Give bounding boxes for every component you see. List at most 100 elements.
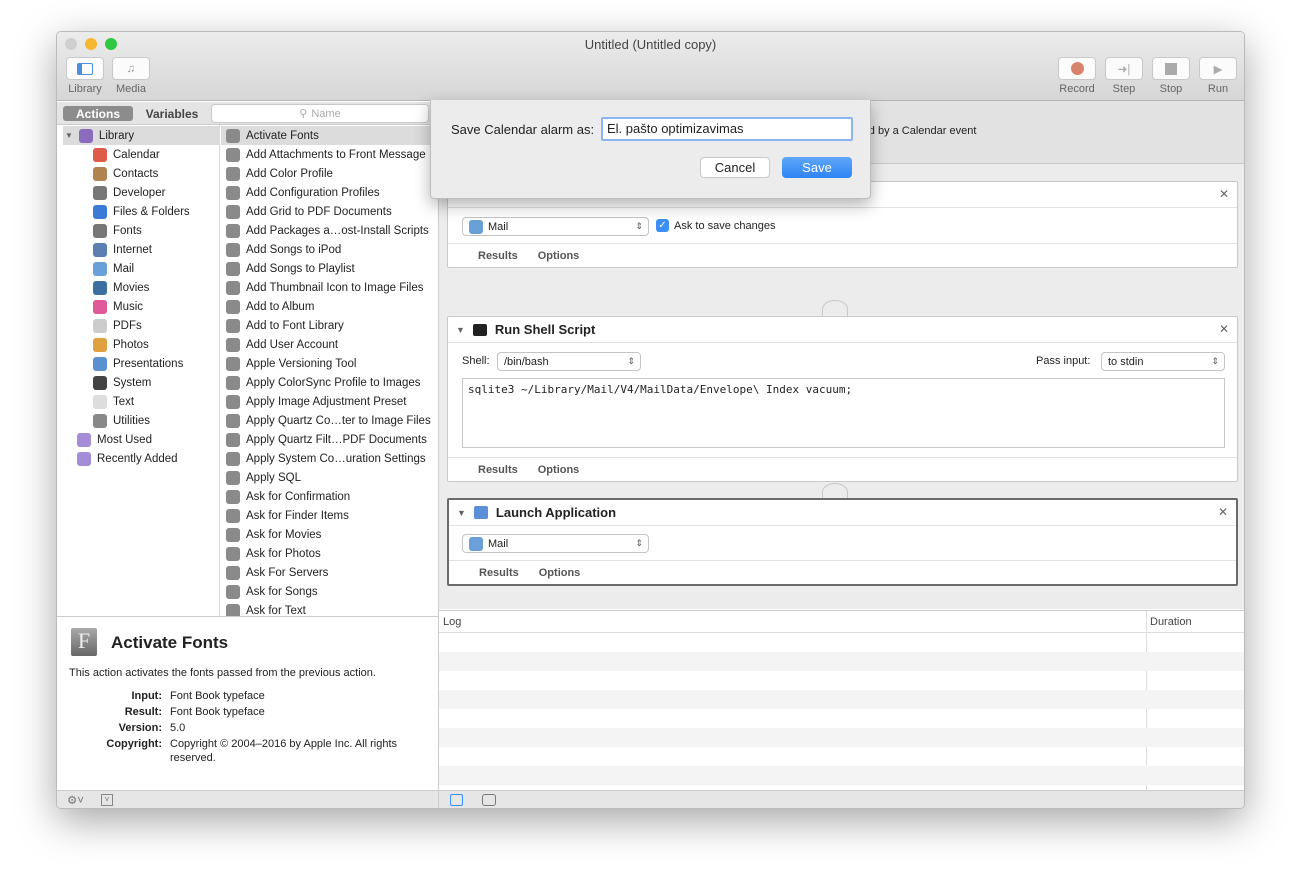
action-list-item[interactable]: Add to Font Library <box>221 316 438 335</box>
sidebar-item-contacts[interactable]: Contacts <box>93 164 158 183</box>
action-list-item[interactable]: Add Attachments to Front Message <box>221 145 438 164</box>
sidebar-item-recently-added[interactable]: Recently Added <box>77 449 178 468</box>
action-icon <box>226 546 240 561</box>
close-icon[interactable]: ✕ <box>1219 322 1229 336</box>
action-list-item[interactable]: Ask for Movies <box>221 525 438 544</box>
action-icon <box>226 527 240 542</box>
application-popup[interactable]: Mail ⇕ <box>462 534 649 553</box>
sidebar-item-fonts[interactable]: Fonts <box>93 221 142 240</box>
action-icon <box>226 261 240 276</box>
results-tab[interactable]: Results <box>478 250 518 262</box>
options-tab[interactable]: Options <box>539 567 581 579</box>
sidebar-item-movies[interactable]: Movies <box>93 278 149 297</box>
log-row <box>439 690 1244 709</box>
split-view-icon[interactable] <box>482 794 496 806</box>
action-list-item[interactable]: Activate Fonts <box>221 126 438 145</box>
library-root[interactable]: ▼ Library <box>63 126 220 145</box>
action-label: Ask for Text <box>246 604 306 617</box>
action-list-item[interactable]: Add Configuration Profiles <box>221 183 438 202</box>
action-list-item[interactable]: Add Thumbnail Icon to Image Files <box>221 278 438 297</box>
action-list-item[interactable]: Apply ColorSync Profile to Images <box>221 373 438 392</box>
action-list-item[interactable]: Ask for Confirmation <box>221 487 438 506</box>
action-title: Launch Application <box>495 505 617 520</box>
sidebar-item-music[interactable]: Music <box>93 297 143 316</box>
library-button[interactable] <box>66 57 104 80</box>
action-icon <box>226 451 240 466</box>
close-icon[interactable]: ✕ <box>1218 505 1228 519</box>
action-list-item[interactable]: Ask for Finder Items <box>221 506 438 525</box>
options-tab[interactable]: Options <box>538 250 580 262</box>
results-tab[interactable]: Results <box>479 567 519 579</box>
step-button[interactable]: ➜| <box>1105 57 1143 80</box>
action-list-item[interactable]: Ask For Servers <box>221 563 438 582</box>
alarm-name-input[interactable]: El. pašto optimizavimas <box>601 117 853 141</box>
action-list-item[interactable]: Apply Quartz Filt…PDF Documents <box>221 430 438 449</box>
media-button[interactable]: ♫ <box>112 57 150 80</box>
sidebar-item-text[interactable]: Text <box>93 392 134 411</box>
action-list-item[interactable]: Add User Account <box>221 335 438 354</box>
sidebar-item-calendar[interactable]: Calendar <box>93 145 160 164</box>
sidebar-item-photos[interactable]: Photos <box>93 335 149 354</box>
stop-button[interactable] <box>1152 57 1190 80</box>
run-icon: ▶ <box>1213 63 1223 76</box>
disclosure-triangle-icon[interactable]: ▼ <box>457 508 466 518</box>
close-icon[interactable]: ✕ <box>1219 187 1229 201</box>
action-label: Ask for Songs <box>246 585 318 598</box>
tab-variables[interactable]: Variables <box>137 106 207 121</box>
action-list-item[interactable]: Apply SQL <box>221 468 438 487</box>
record-button[interactable] <box>1058 57 1096 80</box>
sidebar-item-pdfs[interactable]: PDFs <box>93 316 142 335</box>
category-icon <box>93 280 107 295</box>
sidebar-item-internet[interactable]: Internet <box>93 240 152 259</box>
script-editor[interactable]: sqlite3 ~/Library/Mail/V4/MailData/Envel… <box>462 378 1225 448</box>
disclosure-triangle-icon[interactable]: ▼ <box>456 325 465 335</box>
log-column-header[interactable]: Log <box>443 616 461 628</box>
toolbar: Untitled (Untitled copy) Library ♫ Media… <box>57 32 1244 101</box>
tab-actions[interactable]: Actions <box>63 106 133 121</box>
action-list-item[interactable]: Apply Image Adjustment Preset <box>221 392 438 411</box>
action-list-item[interactable]: Add Color Profile <box>221 164 438 183</box>
duration-column-header[interactable]: Duration <box>1150 616 1192 628</box>
search-input[interactable]: ⚲ Name <box>211 104 429 123</box>
action-label: Add Thumbnail Icon to Image Files <box>246 281 424 294</box>
sidebar-item-presentations[interactable]: Presentations <box>93 354 183 373</box>
save-dialog: Save Calendar alarm as: El. pašto optimi… <box>430 100 871 199</box>
action-label: Add to Font Library <box>246 319 344 332</box>
action-icon <box>226 565 240 580</box>
action-list-item[interactable]: Add Songs to Playlist <box>221 259 438 278</box>
action-launch-application[interactable]: ▼ Launch Application ✕ Mail ⇕ Results Optio… <box>447 498 1238 586</box>
sidebar-item-mail[interactable]: Mail <box>93 259 134 278</box>
list-view-icon[interactable] <box>450 794 463 806</box>
options-tab[interactable]: Options <box>538 464 580 476</box>
action-icon <box>226 413 240 428</box>
pass-input-popup[interactable]: to stdin ⇕ <box>1101 352 1225 371</box>
action-list-item[interactable]: Apply Quartz Co…ter to Image Files <box>221 411 438 430</box>
run-button[interactable]: ▶ <box>1199 57 1237 80</box>
gear-menu-icon[interactable]: ⚙˅ <box>67 793 84 807</box>
cancel-button[interactable]: Cancel <box>700 157 770 178</box>
action-run-shell-script[interactable]: ▼ Run Shell Script ✕ Shell: /bin/bash ⇕ Pa… <box>447 316 1238 482</box>
sidebar-item-most-used[interactable]: Most Used <box>77 430 152 449</box>
action-list-item[interactable]: Add Grid to PDF Documents <box>221 202 438 221</box>
sidebar-item-developer[interactable]: Developer <box>93 183 165 202</box>
action-list-item[interactable]: Ask for Songs <box>221 582 438 601</box>
category-icon <box>93 147 107 162</box>
action-list-item[interactable]: Apply System Co…uration Settings <box>221 449 438 468</box>
action-list-item[interactable]: Ask for Text <box>221 601 438 617</box>
results-tab[interactable]: Results <box>478 464 518 476</box>
sidebar-item-utilities[interactable]: Utilities <box>93 411 150 430</box>
application-popup[interactable]: Mail ⇕ <box>462 217 649 236</box>
action-list-item[interactable]: Add Packages a…ost-Install Scripts <box>221 221 438 240</box>
action-list-item[interactable]: Ask for Photos <box>221 544 438 563</box>
sidebar-item-system[interactable]: System <box>93 373 151 392</box>
action-list-item[interactable]: Add Songs to iPod <box>221 240 438 259</box>
toggle-description-icon[interactable]: ˅ <box>101 794 113 806</box>
step-icon: ➜| <box>1117 63 1131 76</box>
category-icon <box>93 299 107 314</box>
save-button[interactable]: Save <box>782 157 852 178</box>
ask-to-save-checkbox[interactable]: ✓ Ask to save changes <box>656 219 776 232</box>
action-list-item[interactable]: Apple Versioning Tool <box>221 354 438 373</box>
action-list-item[interactable]: Add to Album <box>221 297 438 316</box>
shell-popup[interactable]: /bin/bash ⇕ <box>497 352 641 371</box>
sidebar-item-files-folders[interactable]: Files & Folders <box>93 202 190 221</box>
